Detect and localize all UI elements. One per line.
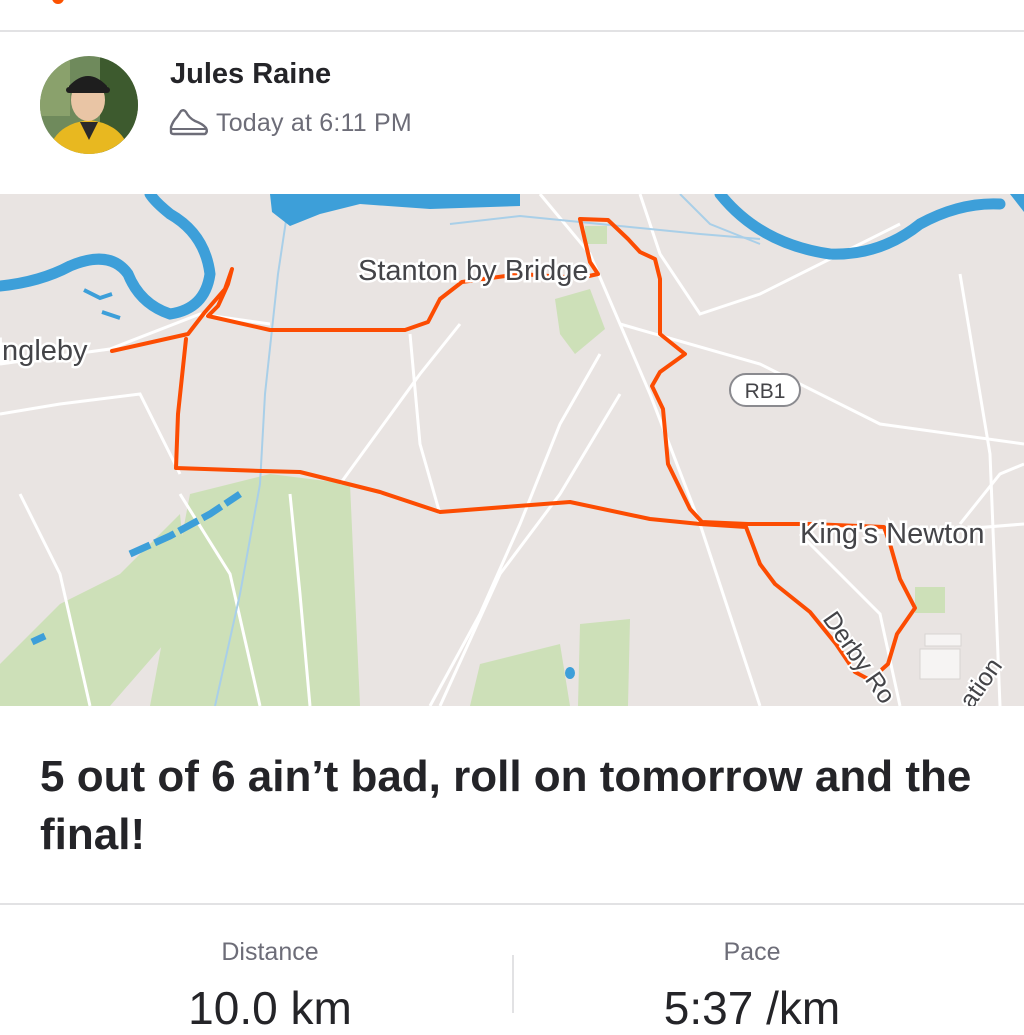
- accent-mark: [52, 0, 64, 4]
- athlete-name[interactable]: Jules Raine: [170, 58, 331, 91]
- map-canvas: Stanton by Bridge Ingleby King's Newton …: [0, 194, 1024, 706]
- header-divider: [0, 30, 1024, 32]
- label-kings-newton: King's Newton: [800, 518, 984, 550]
- buildings: [919, 633, 962, 680]
- stat-separator: [512, 955, 514, 1013]
- label-stanton-by-bridge: Stanton by Bridge: [358, 255, 589, 287]
- avatar-image: [40, 56, 138, 154]
- road-badge-label: RB1: [745, 380, 786, 403]
- activity-title[interactable]: 5 out of 6 ain’t bad, roll on tomorrow a…: [40, 748, 1000, 864]
- stat-pace-label: Pace: [723, 938, 781, 966]
- activity-meta: Today at 6:11 PM: [168, 106, 412, 140]
- activity-timestamp: Today at 6:11 PM: [216, 108, 412, 137]
- top-strip: [0, 0, 1024, 30]
- stat-distance-value: 10.0 km: [188, 982, 352, 1034]
- stat-distance: Distance 10.0 km: [70, 938, 470, 1035]
- road-badge-rb1: RB1: [729, 373, 801, 407]
- stat-pace: Pace 5:37 /km: [552, 938, 952, 1035]
- shoe-icon: [169, 109, 208, 136]
- stat-distance-label: Distance: [221, 938, 319, 966]
- route-map[interactable]: Stanton by Bridge Ingleby King's Newton …: [0, 194, 1024, 706]
- stat-pace-value: 5:37 /km: [663, 982, 841, 1034]
- stats-divider: [0, 903, 1024, 905]
- label-ingleby: Ingleby: [0, 335, 88, 367]
- avatar[interactable]: [40, 56, 138, 154]
